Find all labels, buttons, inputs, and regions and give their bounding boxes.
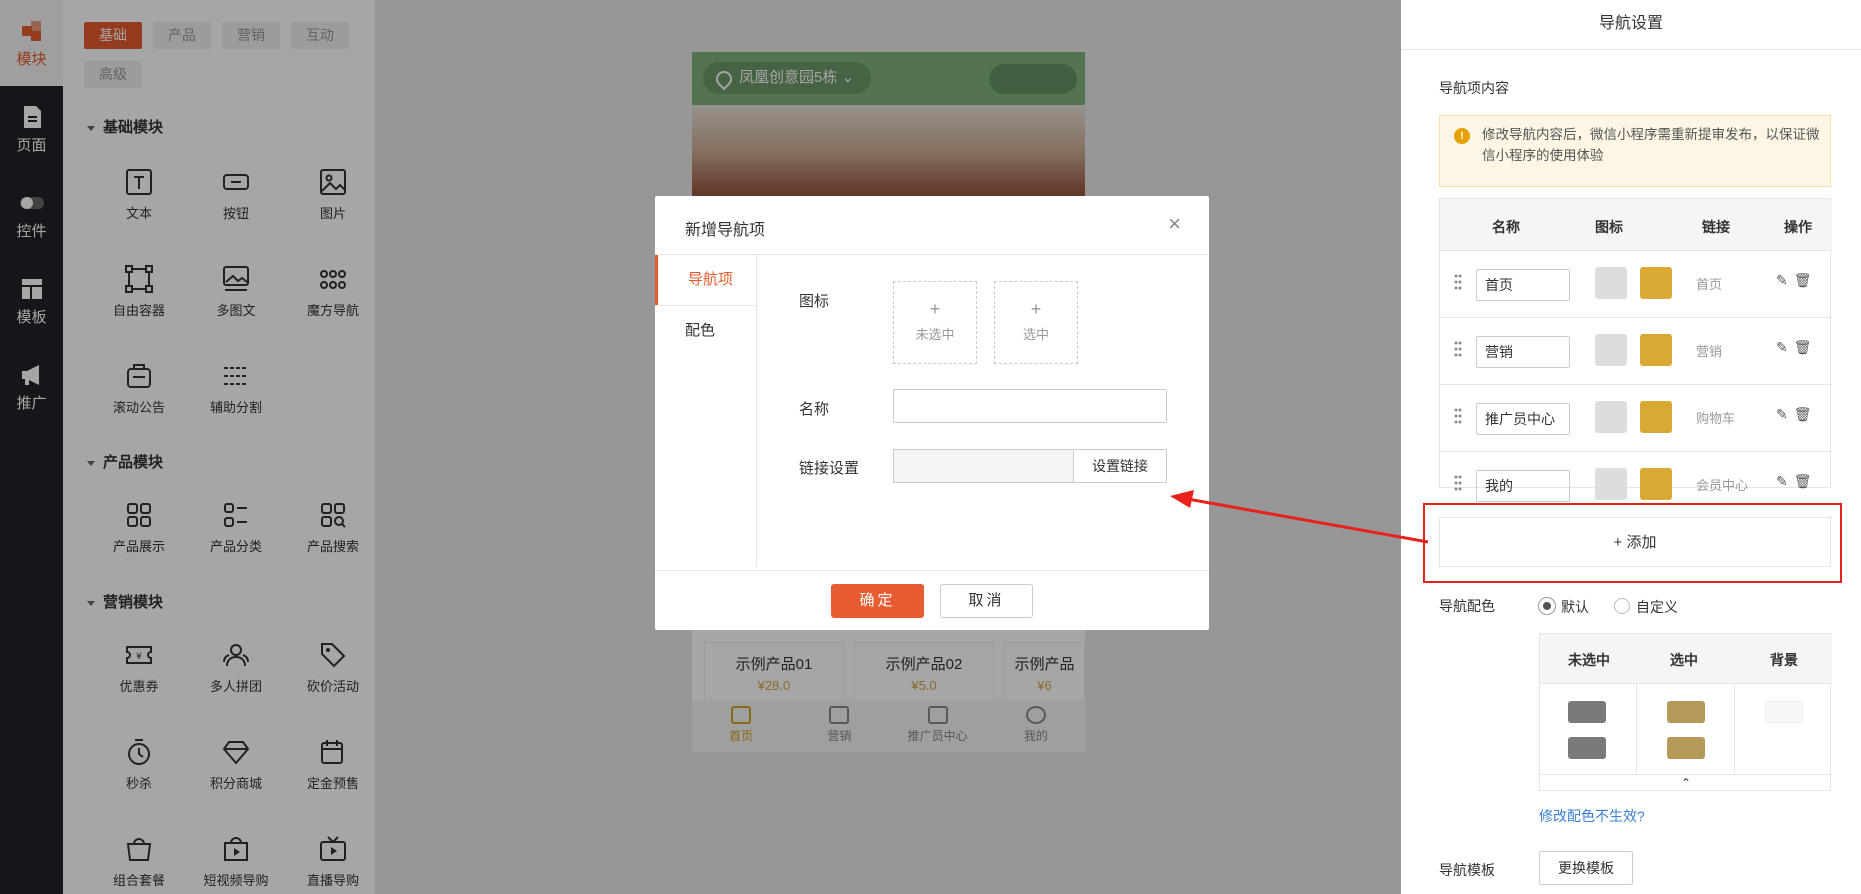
unselected-icon[interactable] [1595, 334, 1627, 366]
tab-nav-item[interactable]: 导航项 [655, 255, 757, 305]
template-label: 导航模板 [1439, 862, 1495, 878]
dialog-title: 新增导航项 [685, 222, 766, 239]
row-actions[interactable]: ✎🗑 [1776, 339, 1818, 356]
color-table-header: 未选中 选中 背景 [1540, 634, 1832, 684]
color-swatch-selected[interactable] [1667, 737, 1705, 759]
selected-icon[interactable] [1640, 267, 1672, 299]
set-link-button[interactable]: 设置链接 [1073, 449, 1167, 483]
panel-title: 导航设置 [1401, 0, 1861, 50]
drag-handle-icon[interactable] [1454, 407, 1462, 425]
unselected-icon[interactable] [1595, 468, 1627, 500]
nav-settings-panel: 导航设置 导航项内容 ! 修改导航内容后，微信小程序需重新提审发布，以保证微信小程… [1401, 0, 1861, 894]
change-template-button[interactable]: 更换模板 [1539, 851, 1633, 885]
col-selected: 选中 [1670, 652, 1698, 668]
color-table: 未选中 选中 背景 ⌃ [1539, 633, 1832, 791]
row-actions[interactable]: ✎🗑 [1776, 473, 1818, 490]
selected-icon[interactable] [1640, 401, 1672, 433]
add-nav-item-dialog: 新增导航项 × 导航项 配色 图标 + 未选中 + 选中 名称 链接设置 设置链接 … [655, 196, 1209, 630]
annotation-highlight-box [1423, 503, 1842, 583]
nav-name-input[interactable]: 首页 [1476, 269, 1570, 301]
nav-link: 会员中心 [1696, 478, 1749, 493]
icon-selected-upload[interactable]: + 选中 [994, 281, 1078, 364]
color-swatch-unselected[interactable] [1568, 737, 1606, 759]
radio-custom[interactable]: 自定义 [1614, 597, 1678, 617]
nav-name-input[interactable]: 推广员中心 [1476, 403, 1570, 435]
name-input[interactable] [893, 389, 1167, 423]
col-link: 链接 [1702, 219, 1730, 235]
nav-link: 营销 [1696, 344, 1723, 359]
nav-color-label: 导航配色 [1439, 598, 1495, 614]
dialog-side-tabs: 导航项 配色 [655, 255, 757, 567]
drag-handle-icon[interactable] [1454, 340, 1462, 358]
radio-default[interactable]: 默认 [1539, 597, 1589, 617]
name-label: 名称 [799, 401, 830, 418]
plus-icon: + [929, 299, 941, 319]
warning-notice: ! 修改导航内容后，微信小程序需重新提审发布，以保证微信小程序的使用体验 [1439, 115, 1831, 187]
row-actions[interactable]: ✎🗑 [1776, 406, 1818, 423]
close-icon[interactable]: × [1168, 213, 1181, 235]
drag-handle-icon[interactable] [1454, 474, 1462, 492]
color-swatch-selected[interactable] [1667, 701, 1705, 723]
selected-icon[interactable] [1640, 334, 1672, 366]
nav-link: 购物车 [1696, 411, 1736, 426]
unselected-icon[interactable] [1595, 267, 1627, 299]
selected-icon[interactable] [1640, 468, 1672, 500]
annotation-arrow [1170, 490, 1429, 544]
link-label: 链接设置 [799, 460, 860, 477]
table-header: 名称 图标 链接 操作 [1440, 199, 1832, 251]
col-name: 名称 [1492, 219, 1520, 235]
nav-link: 首页 [1696, 277, 1723, 292]
cancel-button[interactable]: 取消 [940, 584, 1033, 618]
col-icon: 图标 [1595, 219, 1623, 235]
table-row: 推广员中心 购物车 ✎🗑 [1440, 385, 1832, 452]
drag-handle-icon[interactable] [1454, 273, 1462, 291]
row-actions[interactable]: ✎🗑 [1776, 272, 1818, 289]
color-swatch-unselected[interactable] [1568, 701, 1606, 723]
col-actions: 操作 [1784, 219, 1812, 235]
icon-label: 图标 [799, 293, 830, 310]
nav-name-input[interactable]: 我的 [1476, 470, 1570, 502]
unselected-icon[interactable] [1595, 401, 1627, 433]
tab-color[interactable]: 配色 [655, 306, 757, 356]
link-display-field [893, 449, 1073, 483]
icon-unselected-label: 未选中 [915, 327, 955, 342]
col-background: 背景 [1770, 652, 1798, 668]
collapse-chevron-icon[interactable]: ⌃ [1540, 774, 1832, 791]
icon-unselected-upload[interactable]: + 未选中 [893, 281, 977, 364]
table-row: 首页 首页 ✎🗑 [1440, 251, 1832, 318]
plus-icon: + [1030, 299, 1042, 319]
nav-items-table: 名称 图标 链接 操作 首页 首页 ✎🗑 营销 营销 ✎🗑 推广员中心 购物车 ✎🗑 我的 会… [1439, 198, 1832, 502]
table-row: 我的 会员中心 ✎🗑 [1440, 452, 1832, 502]
warning-text: 修改导航内容后，微信小程序需重新提审发布，以保证微信小程序的使用体验 [1482, 127, 1820, 163]
col-unselected: 未选中 [1568, 652, 1610, 668]
color-help-link[interactable]: 修改配色不生效? [1539, 806, 1645, 826]
color-swatch-background[interactable] [1765, 701, 1803, 723]
table-row: 营销 营销 ✎🗑 [1440, 318, 1832, 385]
warning-icon: ! [1454, 128, 1470, 144]
confirm-button[interactable]: 确定 [831, 584, 924, 618]
section-title: 导航项内容 [1439, 80, 1509, 96]
icon-selected-label: 选中 [1022, 327, 1049, 342]
nav-name-input[interactable]: 营销 [1476, 336, 1570, 368]
